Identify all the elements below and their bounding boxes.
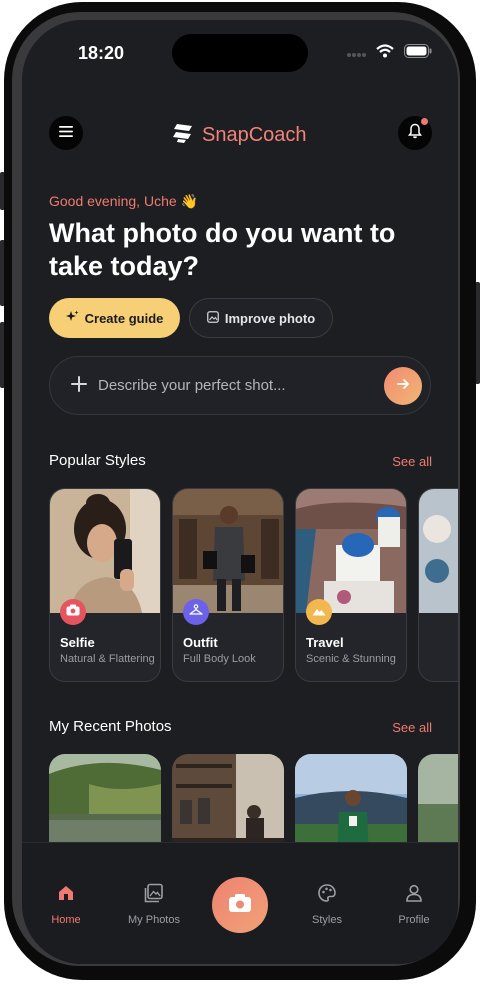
recent-photo-stadium[interactable]: [295, 754, 407, 854]
shot-description-input[interactable]: Describe your perfect shot...: [49, 356, 431, 415]
tab-my-photos-label: My Photos: [128, 914, 180, 926]
travel-photo: [296, 489, 406, 613]
menu-button[interactable]: [49, 116, 83, 150]
style-card-title: Outfit: [183, 635, 218, 650]
style-card-title: Selfie: [60, 635, 95, 650]
status-bar: 18:20: [22, 20, 458, 84]
style-card-selfie[interactable]: Selfie Natural & Flattering: [49, 488, 161, 682]
tab-my-photos[interactable]: My Photos: [114, 883, 194, 926]
greeting: Good evening, Uche 👋: [49, 193, 198, 209]
recent-photo-partial[interactable]: [418, 754, 458, 854]
partial-photo: [419, 489, 458, 613]
tab-styles[interactable]: Styles: [287, 883, 367, 926]
camera-icon: [66, 603, 80, 621]
style-card-subtitle: Natural & Flattering: [60, 653, 155, 665]
status-time: 18:20: [78, 43, 125, 63]
selfie-badge: [60, 599, 86, 625]
dynamic-island: [172, 34, 308, 72]
plus-icon: [68, 373, 90, 400]
page-title: What photo do you want to take today?: [49, 218, 396, 281]
create-guide-button[interactable]: Create guide: [49, 298, 180, 338]
bottom-tab-bar: Home My Photos Styles Profile: [22, 842, 458, 964]
battery-icon: [404, 44, 432, 63]
tab-styles-label: Styles: [312, 914, 342, 926]
bell-icon: [408, 123, 422, 144]
tab-home-label: Home: [51, 914, 81, 926]
style-card-partial[interactable]: [418, 488, 458, 682]
outfit-photo: [173, 489, 283, 613]
arrow-right-icon: [395, 376, 411, 397]
brand: SnapCoach: [172, 122, 307, 149]
style-card-subtitle: Scenic & Stunning: [306, 653, 396, 665]
recent-see-all-link[interactable]: See all: [392, 720, 432, 735]
signal-icon: [346, 45, 366, 63]
notifications-button[interactable]: [398, 116, 432, 150]
brand-name: SnapCoach: [202, 124, 307, 146]
photos-icon: [144, 883, 164, 907]
palette-icon: [317, 884, 337, 907]
hamburger-icon: [59, 124, 73, 142]
notification-dot: [421, 118, 428, 125]
recent-photos-title: My Recent Photos: [49, 718, 172, 735]
camera-capture-button[interactable]: [212, 877, 268, 933]
travel-badge: [306, 599, 332, 625]
improve-photo-label: Improve photo: [224, 310, 316, 326]
prompt-placeholder: Describe your perfect shot...: [98, 377, 286, 394]
camera-icon: [228, 893, 252, 918]
tab-home[interactable]: Home: [26, 883, 106, 926]
app-header: SnapCoach: [22, 116, 458, 156]
image-icon: [206, 310, 219, 326]
wifi-icon: [376, 44, 394, 63]
status-icons: [346, 44, 432, 63]
sparkle-icon: [65, 310, 79, 326]
home-icon: [56, 886, 76, 907]
popular-see-all-link[interactable]: See all: [392, 454, 432, 469]
create-guide-label: Create guide: [84, 310, 164, 326]
style-card-outfit[interactable]: Outfit Full Body Look: [172, 488, 284, 682]
send-button[interactable]: [384, 367, 422, 405]
improve-photo-button[interactable]: Improve photo: [189, 298, 333, 338]
style-card-travel[interactable]: Travel Scenic & Stunning: [295, 488, 407, 682]
person-icon: [404, 884, 424, 907]
outfit-badge: [183, 599, 209, 625]
recent-photo-cafe[interactable]: [172, 754, 284, 854]
style-card-title: Travel: [306, 635, 344, 650]
mountain-icon: [312, 603, 326, 621]
hanger-icon: [189, 603, 203, 621]
selfie-photo: [50, 489, 160, 613]
tab-profile[interactable]: Profile: [374, 883, 454, 926]
popular-styles-title: Popular Styles: [49, 452, 146, 469]
tab-profile-label: Profile: [398, 914, 430, 926]
style-card-subtitle: Full Body Look: [183, 653, 256, 665]
app-screen: 18:20 SnapCoach Good evening, Uche 👋 Wha…: [22, 20, 458, 964]
logo-icon: [172, 122, 194, 149]
recent-photo-lake[interactable]: [49, 754, 161, 854]
